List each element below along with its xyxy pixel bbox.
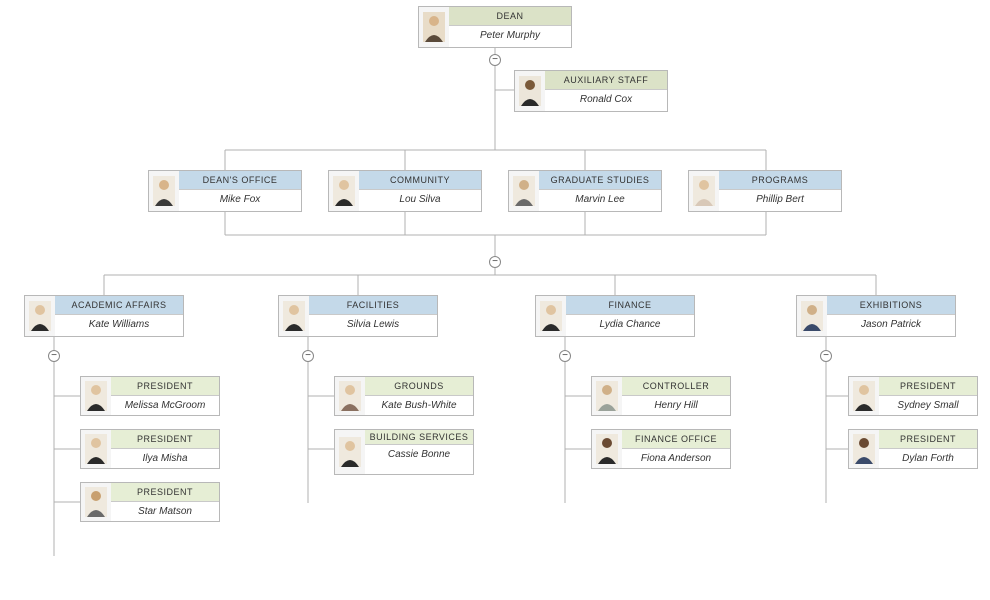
- person-photo: [849, 377, 879, 415]
- node-name: Cassie Bonne: [365, 445, 473, 464]
- person-photo: [335, 377, 365, 415]
- node-name: Mike Fox: [179, 190, 301, 209]
- node-name: Jason Patrick: [827, 315, 955, 334]
- node-name: Lou Silva: [359, 190, 481, 209]
- node-exh-president-1[interactable]: PRESIDENT Sydney Small: [848, 376, 978, 416]
- node-president-3[interactable]: PRESIDENT Star Matson: [80, 482, 220, 522]
- node-academic-affairs[interactable]: ACADEMIC AFFAIRS Kate Williams: [24, 295, 184, 337]
- node-building-services[interactable]: BUILDING SERVICES Cassie Bonne: [334, 429, 474, 475]
- node-name: Henry Hill: [622, 396, 730, 415]
- person-photo: [81, 430, 111, 468]
- node-community[interactable]: COMMUNITY Lou Silva: [328, 170, 482, 212]
- node-title: AUXILIARY STAFF: [545, 71, 667, 90]
- node-president-2[interactable]: PRESIDENT Ilya Misha: [80, 429, 220, 469]
- node-name: Melissa McGroom: [111, 396, 219, 415]
- node-name: Dylan Forth: [879, 449, 977, 468]
- node-auxiliary-staff[interactable]: AUXILIARY STAFF Ronald Cox: [514, 70, 668, 112]
- node-name: Silvia Lewis: [309, 315, 437, 334]
- node-exhibitions[interactable]: EXHIBITIONS Jason Patrick: [796, 295, 956, 337]
- collapse-toggle[interactable]: −: [489, 256, 501, 268]
- node-name: Phillip Bert: [719, 190, 841, 209]
- node-graduate-studies[interactable]: GRADUATE STUDIES Marvin Lee: [508, 170, 662, 212]
- collapse-toggle[interactable]: −: [302, 350, 314, 362]
- node-title: PRESIDENT: [879, 430, 977, 449]
- person-photo: [592, 430, 622, 468]
- node-name: Ilya Misha: [111, 449, 219, 468]
- node-title: CONTROLLER: [622, 377, 730, 396]
- node-name: Kate Williams: [55, 315, 183, 334]
- node-title: PRESIDENT: [879, 377, 977, 396]
- node-name: Star Matson: [111, 502, 219, 521]
- person-photo: [419, 7, 449, 47]
- node-title: GROUNDS: [365, 377, 473, 396]
- person-photo: [81, 377, 111, 415]
- node-title: PRESIDENT: [111, 377, 219, 396]
- node-title: PROGRAMS: [719, 171, 841, 190]
- node-name: Lydia Chance: [566, 315, 694, 334]
- node-title: BUILDING SERVICES: [365, 430, 473, 445]
- node-title: EXHIBITIONS: [827, 296, 955, 315]
- node-name: Kate Bush-White: [365, 396, 473, 415]
- collapse-toggle[interactable]: −: [489, 54, 501, 66]
- person-photo: [509, 171, 539, 211]
- node-dean[interactable]: DEAN Peter Murphy: [418, 6, 572, 48]
- node-programs[interactable]: PROGRAMS Phillip Bert: [688, 170, 842, 212]
- person-photo: [515, 71, 545, 111]
- person-photo: [849, 430, 879, 468]
- node-title: PRESIDENT: [111, 483, 219, 502]
- node-name: Marvin Lee: [539, 190, 661, 209]
- person-photo: [335, 430, 365, 474]
- person-photo: [689, 171, 719, 211]
- person-photo: [25, 296, 55, 336]
- node-title: DEAN'S OFFICE: [179, 171, 301, 190]
- node-title: PRESIDENT: [111, 430, 219, 449]
- person-photo: [279, 296, 309, 336]
- node-title: DEAN: [449, 7, 571, 26]
- person-photo: [329, 171, 359, 211]
- node-title: FINANCE: [566, 296, 694, 315]
- node-deans-office[interactable]: DEAN'S OFFICE Mike Fox: [148, 170, 302, 212]
- node-exh-president-2[interactable]: PRESIDENT Dylan Forth: [848, 429, 978, 469]
- collapse-toggle[interactable]: −: [820, 350, 832, 362]
- node-title: COMMUNITY: [359, 171, 481, 190]
- collapse-toggle[interactable]: −: [48, 350, 60, 362]
- node-finance-office[interactable]: FINANCE OFFICE Fiona Anderson: [591, 429, 731, 469]
- node-grounds[interactable]: GROUNDS Kate Bush-White: [334, 376, 474, 416]
- person-photo: [81, 483, 111, 521]
- node-name: Ronald Cox: [545, 90, 667, 109]
- person-photo: [592, 377, 622, 415]
- node-finance[interactable]: FINANCE Lydia Chance: [535, 295, 695, 337]
- node-title: GRADUATE STUDIES: [539, 171, 661, 190]
- node-name: Sydney Small: [879, 396, 977, 415]
- node-facilities[interactable]: FACILITIES Silvia Lewis: [278, 295, 438, 337]
- node-name: Peter Murphy: [449, 26, 571, 45]
- person-photo: [536, 296, 566, 336]
- person-photo: [797, 296, 827, 336]
- node-name: Fiona Anderson: [622, 449, 730, 468]
- node-title: FINANCE OFFICE: [622, 430, 730, 449]
- node-title: FACILITIES: [309, 296, 437, 315]
- node-president-1[interactable]: PRESIDENT Melissa McGroom: [80, 376, 220, 416]
- person-photo: [149, 171, 179, 211]
- node-controller[interactable]: CONTROLLER Henry Hill: [591, 376, 731, 416]
- node-title: ACADEMIC AFFAIRS: [55, 296, 183, 315]
- collapse-toggle[interactable]: −: [559, 350, 571, 362]
